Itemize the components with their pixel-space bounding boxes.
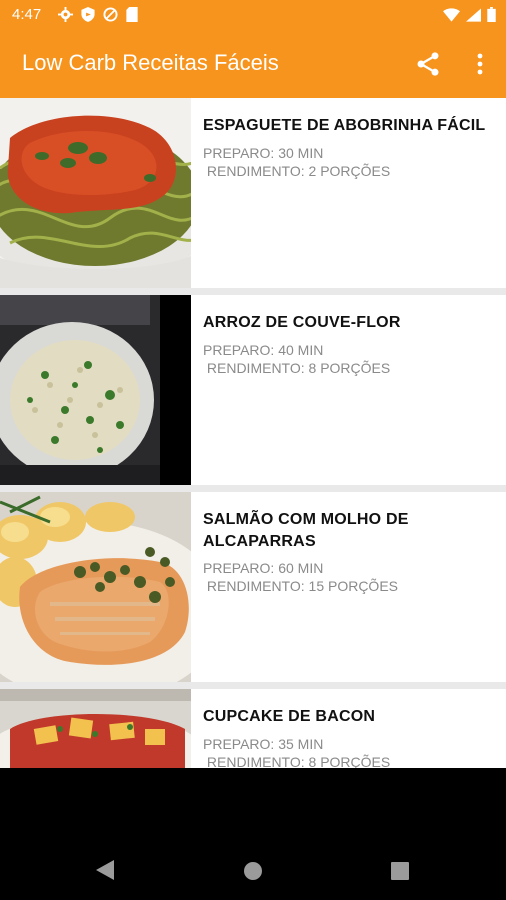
app-title: Low Carb Receitas Fáceis xyxy=(22,50,279,75)
recipe-title: SALMÃO COM MOLHO DE ALCAPARRAS xyxy=(203,511,409,550)
recipe-title: ESPAGUETE DE ABOBRINHA FÁCIL xyxy=(203,117,486,134)
recipe-yield: RENDIMENTO: 8 PORÇÕES xyxy=(203,360,391,376)
recents-icon[interactable] xyxy=(391,862,409,880)
recipe-prep-time: PREPARO: 40 MIN xyxy=(203,342,324,358)
home-icon[interactable] xyxy=(244,862,262,880)
status-time: 4:47 xyxy=(12,6,42,23)
sync-icon xyxy=(103,7,118,22)
recipe-yield: RENDIMENTO: 15 PORÇÕES xyxy=(203,578,399,594)
recipe-yield: RENDIMENTO: 8 PORÇÕES xyxy=(203,754,391,768)
recipe-list[interactable]: ESPAGUETE DE ABOBRINHA FÁCIL PREPARO: 30… xyxy=(0,98,506,768)
recipe-card[interactable]: ARROZ DE COUVE-FLOR PREPARO: 40 MIN REND… xyxy=(0,295,506,485)
battery-icon xyxy=(487,7,496,22)
recipe-title: CUPCAKE DE BACON xyxy=(203,708,376,725)
recipe-image xyxy=(0,689,191,768)
system-navigation-bar xyxy=(0,768,506,900)
overflow-menu-button[interactable] xyxy=(468,50,492,78)
recipe-card[interactable]: SALMÃO COM MOLHO DE ALCAPARRAS PREPARO: … xyxy=(0,492,506,682)
recipe-card[interactable]: ESPAGUETE DE ABOBRINHA FÁCIL PREPARO: 30… xyxy=(0,98,506,288)
recipe-yield: RENDIMENTO: 2 PORÇÕES xyxy=(203,163,391,179)
wifi-icon xyxy=(443,7,460,22)
status-notification-icons xyxy=(58,7,138,22)
more-vert-icon xyxy=(477,53,483,75)
share-icon xyxy=(417,52,439,76)
status-bar: 4:47 xyxy=(0,0,506,30)
shield-icon xyxy=(81,7,95,22)
back-icon[interactable] xyxy=(96,860,114,880)
recipe-card[interactable]: CUPCAKE DE BACON PREPARO: 35 MIN RENDIME… xyxy=(0,689,506,768)
recipe-image xyxy=(0,295,191,485)
recipe-prep-time: PREPARO: 60 MIN xyxy=(203,560,324,576)
recipe-image xyxy=(0,98,191,288)
settings-icon xyxy=(58,7,73,22)
share-button[interactable] xyxy=(414,50,442,78)
recipe-title: ARROZ DE COUVE-FLOR xyxy=(203,314,401,331)
sd-card-icon xyxy=(126,7,138,22)
recipe-image xyxy=(0,492,191,682)
app-toolbar: Low Carb Receitas Fáceis xyxy=(0,30,506,98)
recipe-prep-time: PREPARO: 35 MIN xyxy=(203,736,324,752)
signal-icon xyxy=(466,7,481,22)
recipe-prep-time: PREPARO: 30 MIN xyxy=(203,145,324,161)
status-system-icons xyxy=(443,7,496,22)
